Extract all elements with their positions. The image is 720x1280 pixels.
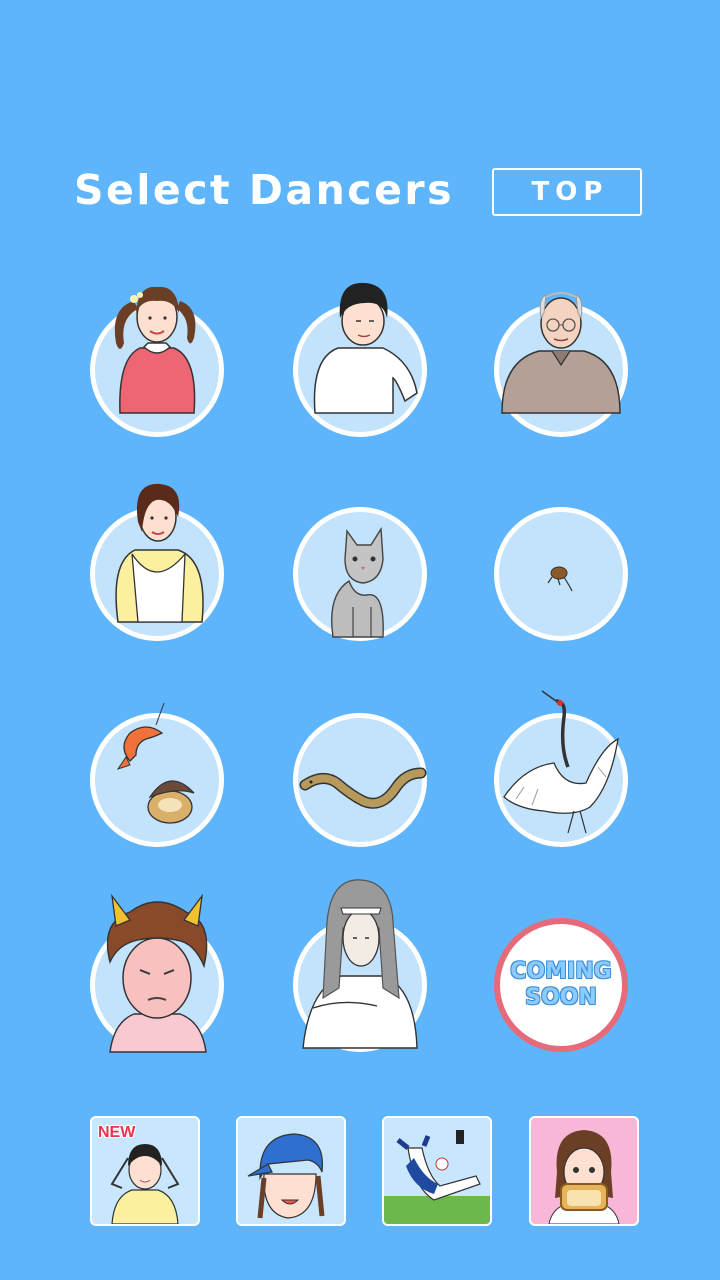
coming-soon-line1: COMING — [510, 959, 612, 984]
grandpa-icon — [501, 292, 621, 414]
dancer-mother[interactable] — [90, 483, 224, 641]
dancer-grid: COMING SOON — [0, 0, 720, 1080]
boy-icon — [313, 282, 418, 414]
girl-pigtails-icon — [114, 286, 196, 414]
app-icon-toast-girl[interactable] — [529, 1116, 639, 1226]
dancer-boy[interactable] — [293, 282, 427, 437]
cap-girl-icon — [247, 1133, 325, 1219]
app-icon-cap-girl[interactable] — [236, 1116, 346, 1226]
oni-demon-icon — [106, 893, 208, 1053]
dancer-shrimp-and-shell[interactable] — [90, 702, 224, 847]
cat-icon — [331, 526, 384, 638]
dancer-oni-demon[interactable] — [90, 893, 224, 1053]
new-badge: NEW — [98, 1124, 136, 1141]
dancer-grandpa[interactable] — [494, 292, 628, 437]
toast-girl-icon — [548, 1130, 620, 1224]
dancer-cat[interactable] — [293, 507, 427, 641]
dancer-crane[interactable] — [494, 690, 628, 847]
app-icon-baseball-pitcher[interactable] — [382, 1116, 492, 1226]
dancer-snake[interactable] — [293, 713, 427, 847]
crane-icon — [503, 690, 619, 834]
dancer-ghost-woman[interactable] — [293, 879, 427, 1052]
mother-icon — [115, 483, 204, 623]
shrimp-and-shell-icon — [116, 702, 195, 824]
dancer-flea[interactable] — [494, 507, 628, 641]
snake-icon — [299, 767, 427, 809]
baseball-pitcher-icon — [384, 1130, 490, 1224]
dancer-girl-pigtails[interactable] — [90, 286, 224, 437]
app-icon-headache-boy[interactable]: NEW — [90, 1116, 200, 1226]
coming-soon-line2: SOON — [525, 985, 597, 1010]
flea-icon — [547, 566, 573, 592]
ghost-woman-icon — [302, 879, 418, 1049]
dancer-coming-soon[interactable]: COMING SOON — [494, 918, 628, 1052]
coming-soon-label: COMING SOON — [494, 918, 628, 1052]
